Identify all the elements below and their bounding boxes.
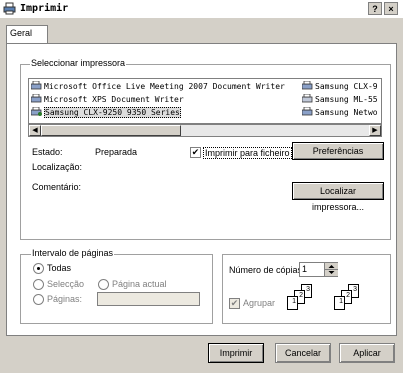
current-page-label[interactable]: Página actual [112,279,167,289]
printer-icon [302,81,313,90]
location-label: Localização: [32,162,83,172]
printer-group-legend: Seleccionar impressora [30,58,127,68]
page-range-legend: Intervalo de páginas [31,248,115,258]
pages-input[interactable] [97,292,200,306]
printer-icon [31,81,42,90]
status-value: Preparada [95,147,138,157]
printer-item[interactable]: Microsoft XPS Document Writer [31,94,184,106]
printer-icon [3,2,16,15]
collate-illustration-collated: 3 2 1 [283,284,323,318]
print-to-file-label[interactable]: Imprimir para ficheiro [203,147,292,159]
current-page-radio[interactable] [98,279,109,290]
preferences-button[interactable]: Preferências [292,142,384,160]
printer-list[interactable]: Microsoft Office Live Meeting 2007 Docum… [28,78,382,124]
printer-item[interactable]: Samsung CLX-9 [302,81,378,93]
selection-radio[interactable] [33,279,44,290]
apply-button[interactable]: Aplicar [339,343,395,363]
print-to-file-checkbox[interactable]: ✔ [190,147,201,158]
collate-label[interactable]: Agrupar [243,298,275,308]
horizontal-scrollbar[interactable]: ◀ ▶ [28,124,382,137]
copies-label: Número de cópias: [229,265,305,275]
printer-item[interactable]: Samsung Netwo [302,107,378,119]
printer-name: Samsung Netwo [315,108,378,117]
page-thumb: 1 [287,296,298,310]
printer-item[interactable]: Microsoft Office Live Meeting 2007 Docum… [31,81,285,93]
collate-checkbox[interactable]: ✔ [229,298,240,309]
pages-radio[interactable] [33,294,44,305]
printer-name: Samsung ML-55 [315,95,378,104]
default-printer-icon [31,107,42,116]
comment-label: Comentário: [32,182,82,192]
all-pages-label[interactable]: Todas [47,263,71,273]
tab-geral[interactable]: Geral [6,25,48,43]
printer-item-selected[interactable]: Samsung CLX-9250 9350 Series [31,107,181,119]
network-printer-icon [302,107,313,116]
scroll-left-icon[interactable]: ◀ [29,125,41,136]
window-title: Imprimir [20,3,69,14]
print-button[interactable]: Imprimir [208,343,264,363]
find-printer-button[interactable]: Localizar impressora... [292,182,384,212]
all-pages-radio[interactable] [33,263,44,274]
stepper-arrows-icon [325,265,338,274]
help-button[interactable]: ? [368,2,382,15]
status-label: Estado: [32,147,63,157]
printer-icon [302,94,313,103]
printer-name: Microsoft Office Live Meeting 2007 Docum… [44,82,285,91]
printer-name: Samsung CLX-9 [315,82,378,91]
printer-icon [31,94,42,103]
scroll-right-icon[interactable]: ▶ [369,125,381,136]
printer-name: Samsung CLX-9250 9350 Series [44,107,181,118]
page-thumb: 1 [334,296,345,310]
collate-illustration-set2: 3 2 1 [330,284,370,318]
selection-label[interactable]: Selecção [47,279,84,289]
scroll-thumb[interactable] [41,125,181,136]
printer-item[interactable]: Samsung ML-55 [302,94,378,106]
copies-stepper[interactable] [324,263,338,276]
printer-name: Microsoft XPS Document Writer [44,95,184,104]
pages-label[interactable]: Páginas: [47,294,82,304]
cancel-button[interactable]: Cancelar [275,343,331,363]
close-button[interactable]: × [384,2,398,15]
